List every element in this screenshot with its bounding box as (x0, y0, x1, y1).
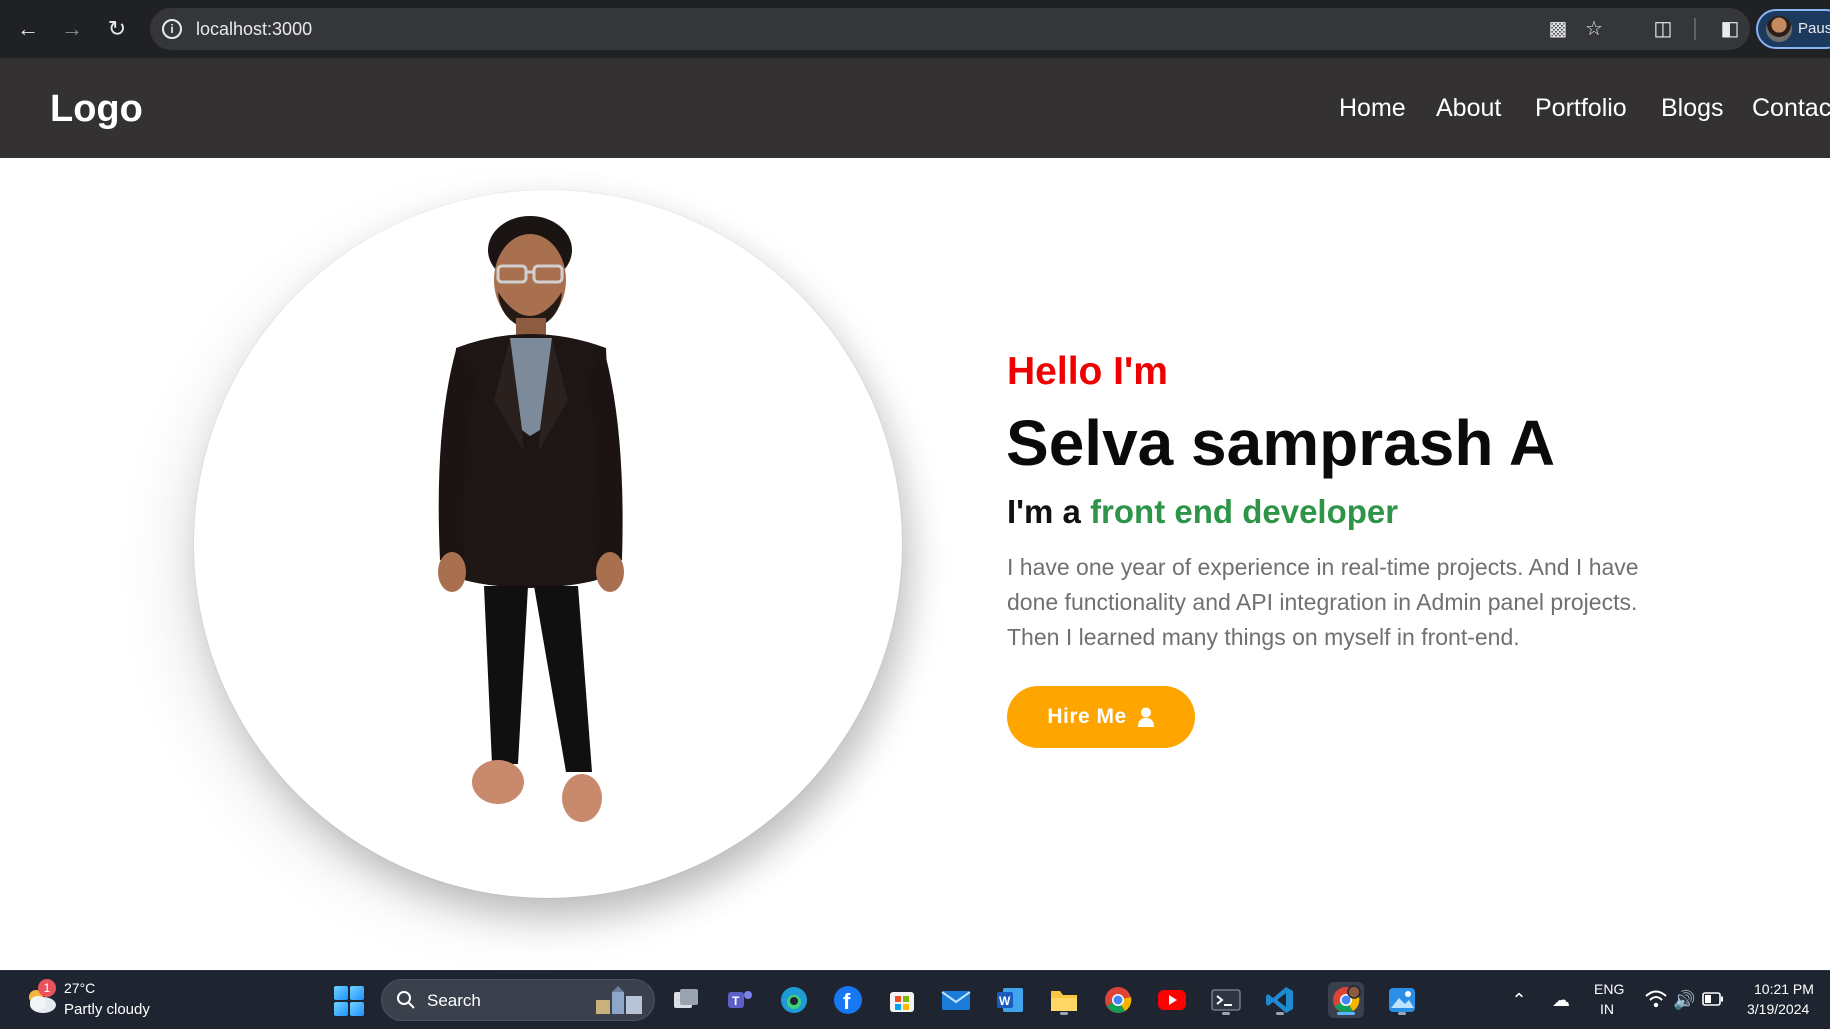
svg-text:T: T (732, 994, 740, 1008)
forward-icon[interactable]: → (55, 12, 89, 46)
hero-name: Selva samprash A (1006, 407, 1556, 479)
hire-me-label: Hire Me (1047, 705, 1127, 728)
extensions-icon[interactable]: ◫ (1648, 14, 1678, 44)
running-indicator (1398, 1012, 1406, 1015)
profile-name: Paus (1798, 20, 1830, 37)
microsoft-store-icon[interactable] (884, 982, 920, 1018)
weather-condition[interactable]: Partly cloudy (64, 1001, 150, 1018)
windows-start-icon[interactable] (334, 986, 364, 1016)
toolbar-divider (1694, 18, 1696, 40)
chrome-profile-icon[interactable] (1328, 982, 1364, 1018)
back-icon[interactable]: ← (11, 12, 45, 46)
chrome-icon[interactable] (1100, 982, 1136, 1018)
reload-icon[interactable]: ↻ (100, 12, 134, 46)
url-text[interactable]: localhost:3000 (196, 19, 312, 40)
taskbar-search[interactable]: Search (381, 979, 655, 1021)
role-prefix: I'm a (1007, 493, 1091, 530)
volume-icon[interactable]: 🔊 (1673, 989, 1695, 1011)
nav-contact[interactable]: Contac (1752, 94, 1830, 123)
youtube-icon[interactable] (1154, 982, 1190, 1018)
running-indicator (1276, 1012, 1284, 1015)
facebook-icon[interactable]: f (830, 982, 866, 1018)
wifi-icon[interactable] (1645, 989, 1667, 1011)
search-highlight-icon (596, 986, 642, 1014)
nav-home[interactable]: Home (1339, 94, 1406, 123)
edge-icon[interactable] (776, 982, 812, 1018)
hire-me-button[interactable]: Hire Me (1007, 686, 1195, 748)
search-label: Search (427, 991, 481, 1010)
onedrive-cloud-icon[interactable]: ☁ (1550, 989, 1572, 1011)
hero-section: Hello I'm Selva samprash A I'm a front e… (0, 158, 1830, 970)
browser-toolbar: ← → ↻ i localhost:3000 ▩ ☆ ◫ ◧ Paus (0, 0, 1830, 58)
language-code[interactable]: ENG (1594, 981, 1624, 997)
photos-icon[interactable] (1384, 982, 1420, 1018)
svg-text:W: W (999, 994, 1011, 1008)
side-panel-icon[interactable]: ◧ (1715, 14, 1745, 44)
profile-button[interactable]: Paus (1756, 9, 1830, 49)
user-icon (1137, 707, 1154, 727)
file-explorer-icon[interactable] (1046, 982, 1082, 1018)
address-bar[interactable]: i localhost:3000 ▩ ☆ (150, 8, 1750, 50)
vscode-icon[interactable] (1262, 982, 1298, 1018)
search-icon (397, 991, 415, 1009)
site-info-icon[interactable]: i (162, 19, 182, 39)
intro-paragraph: I have one year of experience in real-ti… (1007, 554, 1639, 650)
greeting: Hello I'm (1007, 350, 1168, 393)
nav-about[interactable]: About (1436, 94, 1501, 123)
profile-photo-frame (194, 190, 902, 898)
task-view-icon[interactable] (668, 982, 704, 1018)
clock-date[interactable]: 3/19/2024 (1747, 1001, 1809, 1017)
windows-taskbar: 1 27°C Partly cloudy Search T f W ⌃ ☁ EN… (0, 970, 1830, 1029)
clock-time[interactable]: 10:21 PM (1754, 981, 1814, 997)
battery-icon[interactable] (1702, 989, 1724, 1011)
bookmark-star-icon[interactable]: ☆ (1582, 17, 1606, 41)
site-logo[interactable]: Logo (50, 88, 143, 131)
running-indicator (1060, 1012, 1068, 1015)
nav-portfolio[interactable]: Portfolio (1535, 94, 1627, 123)
site-header: Logo Home About Portfolio Blogs Contac (0, 58, 1830, 158)
avatar (1766, 16, 1792, 42)
svg-text:f: f (843, 989, 851, 1014)
weather-temperature[interactable]: 27°C (64, 980, 95, 996)
role-line: I'm a front end developer (1007, 493, 1398, 531)
install-app-icon[interactable]: ▩ (1546, 17, 1570, 41)
word-icon[interactable]: W (992, 982, 1028, 1018)
role-title: front end developer (1090, 493, 1399, 530)
mail-icon[interactable] (938, 982, 974, 1018)
teams-icon[interactable]: T (722, 982, 758, 1018)
profile-photo (438, 216, 624, 822)
region-code[interactable]: IN (1600, 1001, 1614, 1017)
active-indicator (1337, 1012, 1355, 1015)
running-indicator (1222, 1012, 1230, 1015)
chevron-up-icon[interactable]: ⌃ (1508, 989, 1530, 1011)
nav-blogs[interactable]: Blogs (1661, 94, 1724, 123)
terminal-icon[interactable] (1208, 982, 1244, 1018)
weather-notification-badge: 1 (38, 979, 56, 997)
